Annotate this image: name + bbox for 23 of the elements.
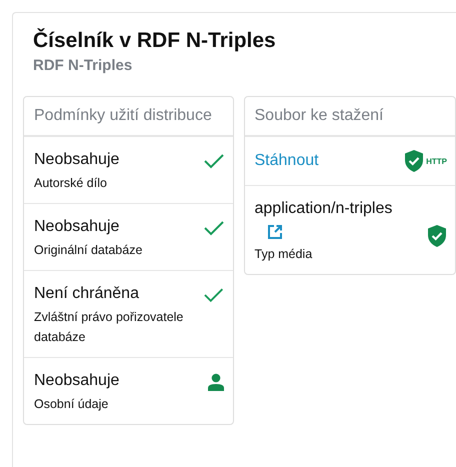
download-link[interactable]: Stáhnout <box>254 152 319 170</box>
dataset-title: Číselník v RDF N-Triples <box>33 29 277 53</box>
terms-heading: Podmínky užití distribuce <box>24 97 232 137</box>
term-label: Osobní údaje <box>34 396 108 413</box>
term-value: Neobsahuje <box>34 150 120 170</box>
checkmark-icon <box>202 152 224 170</box>
term-label: Originální databáze <box>34 242 142 259</box>
download-heading: Soubor ke stažení <box>244 97 455 137</box>
term-value: Není chráněna <box>34 284 139 304</box>
person-icon <box>206 373 224 391</box>
protocol-label: HTTP <box>426 156 447 166</box>
term-value: Neobsahuje <box>34 371 120 391</box>
external-link-icon[interactable] <box>266 224 282 240</box>
term-label: Autorské dílo <box>34 175 107 192</box>
shield-check-icon <box>404 149 424 173</box>
term-value: Neobsahuje <box>34 217 120 237</box>
dataset-format: RDF N-Triples <box>33 57 134 74</box>
checkmark-icon <box>203 286 224 304</box>
media-type: application/n-triples <box>254 199 392 219</box>
checkmark-icon <box>202 219 224 237</box>
shield-check-icon <box>427 224 447 248</box>
term-label: Zvláštní právo pořizovatele databáze <box>34 309 184 346</box>
media-label: Typ média <box>254 246 312 263</box>
